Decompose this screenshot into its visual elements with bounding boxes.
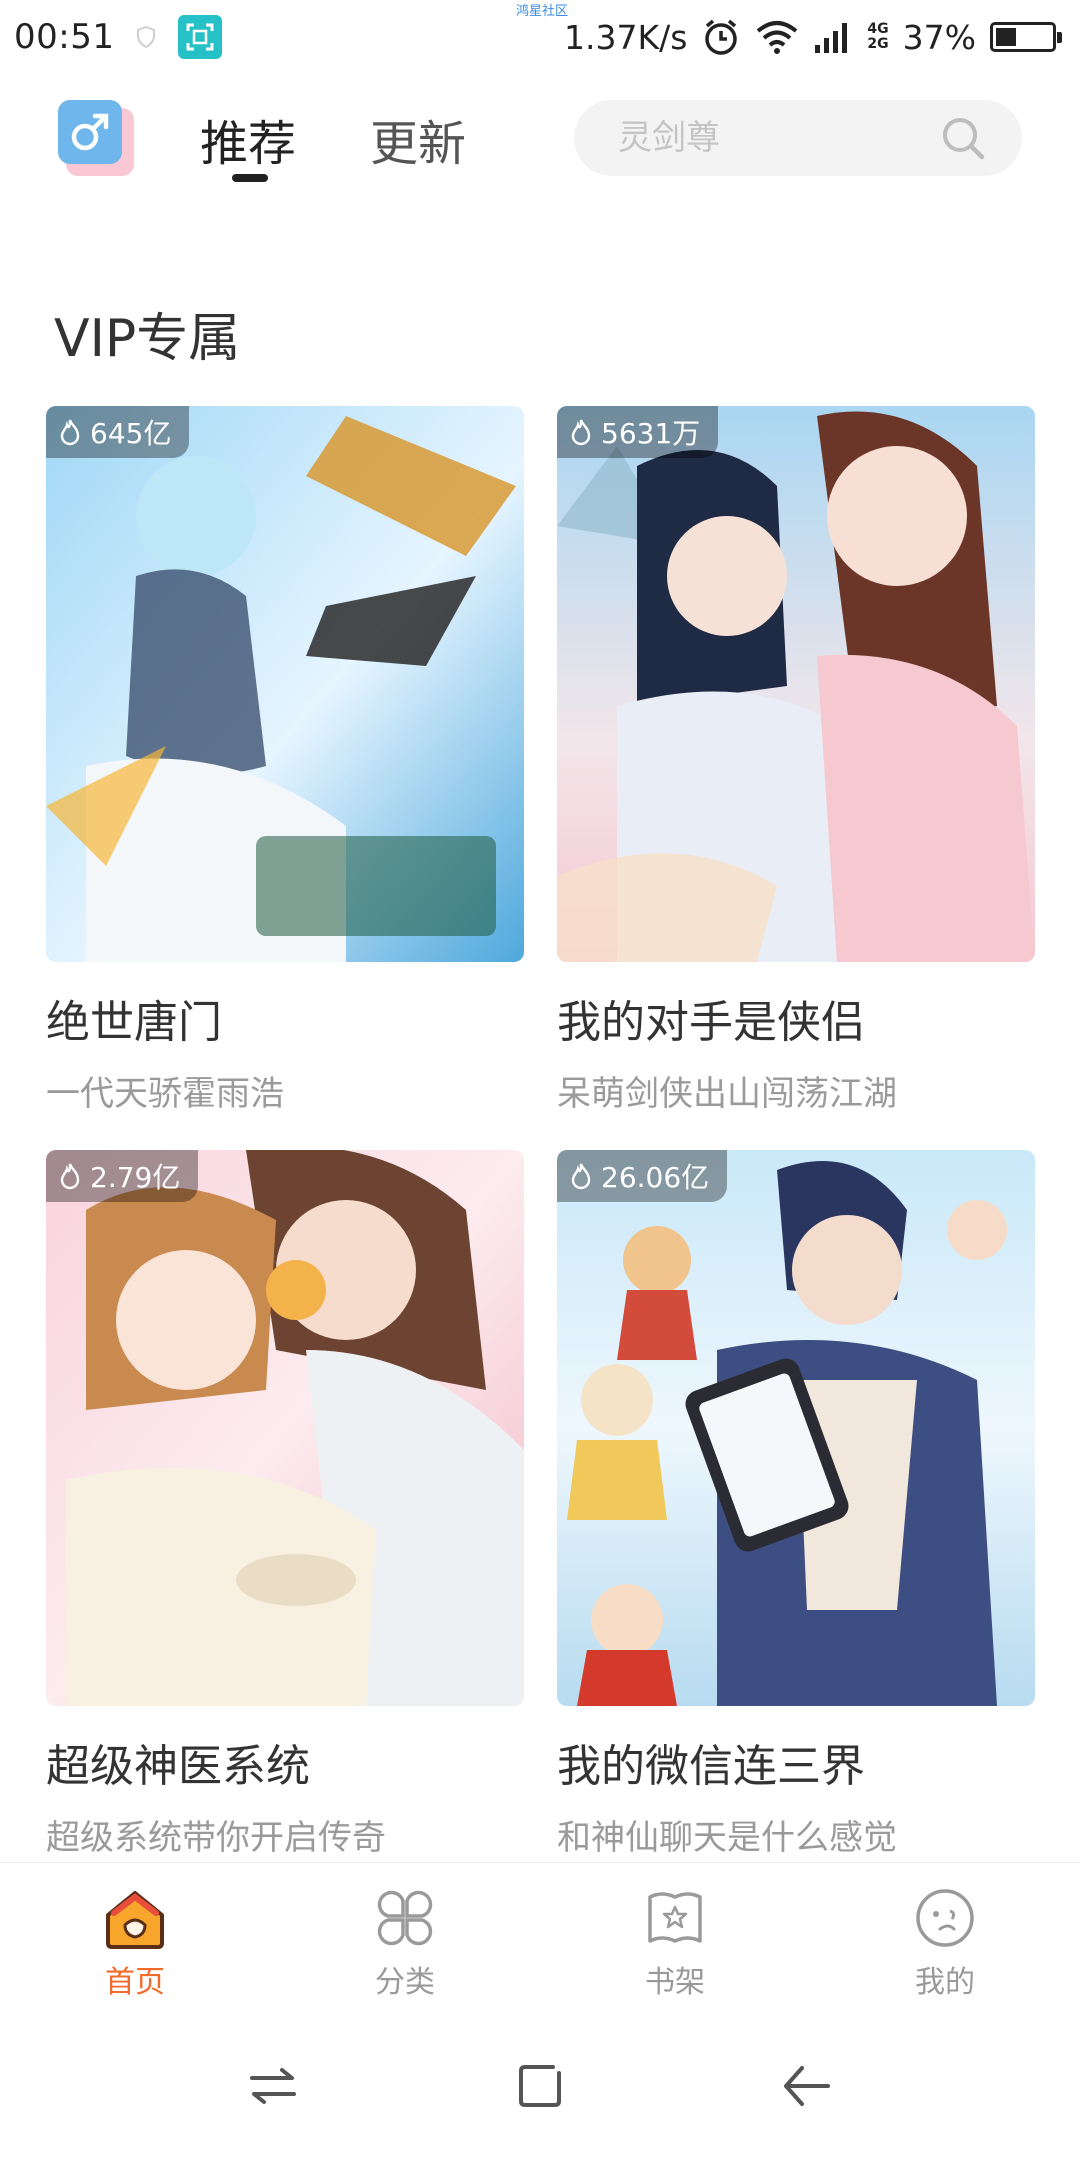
nav-label-home: 首页 — [105, 1965, 165, 2000]
switch-arrows-icon — [250, 2068, 297, 2104]
popularity-count: 645亿 — [90, 417, 172, 450]
network-type-bottom: 2G — [867, 36, 889, 52]
bottom-nav: 首页 分类 书架 我的 — [0, 1862, 1080, 2012]
comic-cover[interactable]: 2.79亿 — [46, 1150, 524, 1706]
shield-icon — [137, 26, 156, 48]
cover-art-image — [46, 1150, 524, 1706]
popularity-badge: 2.79亿 — [46, 1150, 199, 1202]
comic-cover[interactable]: 5631万 — [557, 406, 1035, 962]
status-right: 1.37K/s 4G 2G 37% — [564, 17, 1066, 57]
comic-title[interactable]: 绝世唐门 — [46, 986, 524, 1050]
comic-card[interactable]: 26.06亿 我的微信连三界 和神仙聊天是什么感觉 — [557, 1150, 1035, 1859]
popularity-count: 5631万 — [601, 417, 701, 450]
profile-icon — [916, 1889, 974, 1947]
nav-item-category[interactable]: 分类 — [270, 1863, 540, 2012]
gender-toggle-button[interactable] — [58, 100, 134, 176]
nav-label-bookshelf: 书架 — [645, 1965, 705, 2000]
network-type-top: 4G — [867, 21, 889, 37]
comic-title[interactable]: 我的对手是侠侣 — [557, 986, 1035, 1050]
nav-item-profile[interactable]: 我的 — [810, 1863, 1080, 2012]
comic-card[interactable]: 2.79亿 超级神医系统 超级系统带你开启传奇 — [46, 1150, 524, 1859]
active-tab-indicator — [232, 174, 268, 182]
popularity-badge: 645亿 — [46, 406, 190, 458]
comic-card[interactable]: 5631万 我的对手是侠侣 呆萌剑侠出山闯荡江湖 — [557, 406, 1035, 1115]
male-symbol-icon — [58, 100, 122, 164]
top-header: 推荐 更新 — [0, 74, 1080, 204]
wifi-icon — [757, 21, 798, 54]
popularity-count: 2.79亿 — [90, 1161, 181, 1194]
tab-recommend[interactable]: 推荐 — [200, 104, 296, 174]
comic-title[interactable]: 我的微信连三界 — [557, 1730, 1035, 1794]
comic-card[interactable]: 645亿 绝世唐门 一代天骄霍雨浩 — [46, 406, 524, 1115]
network-type: 4G 2G — [867, 22, 888, 52]
back-button[interactable] — [777, 2056, 837, 2116]
comic-description: 呆萌剑侠出山闯荡江湖 — [557, 1074, 897, 1114]
popularity-count: 26.06亿 — [601, 1161, 710, 1194]
comic-description: 和神仙聊天是什么感觉 — [557, 1818, 897, 1858]
section-title: VIP专属 — [54, 309, 241, 369]
status-bar: 00:51 鸿星社区 1.37K/s 4G 2G 37% — [0, 0, 1080, 74]
battery-percent: 37% — [902, 17, 976, 57]
home-button[interactable] — [510, 2056, 570, 2116]
net-speed: 1.37K/s — [563, 17, 688, 57]
popularity-badge: 26.06亿 — [557, 1150, 728, 1202]
alarm-icon — [705, 19, 738, 55]
bookshelf-icon — [648, 1892, 702, 1943]
comic-description: 超级系统带你开启传奇 — [46, 1818, 386, 1858]
nav-label-profile: 我的 — [915, 1965, 975, 2000]
flame-icon — [60, 1163, 80, 1190]
nav-item-bookshelf[interactable]: 书架 — [540, 1863, 810, 2012]
home-icon — [106, 1891, 164, 1949]
flame-icon — [571, 1163, 591, 1190]
nav-label-category: 分类 — [375, 1965, 435, 2000]
recent-apps-button[interactable] — [243, 2056, 303, 2116]
status-left: 00:51 — [14, 15, 223, 59]
screenshot-scan-icon — [178, 15, 223, 59]
cover-art-image — [557, 406, 1035, 962]
status-time: 00:51 — [14, 17, 115, 57]
system-nav-bar — [0, 2012, 1080, 2160]
nav-item-home[interactable]: 首页 — [0, 1863, 270, 2012]
search-icon[interactable] — [940, 115, 986, 161]
flame-icon — [60, 419, 80, 446]
comic-cover[interactable]: 645亿 — [46, 406, 524, 962]
search-bar[interactable] — [574, 100, 1022, 176]
comic-description: 一代天骄霍雨浩 — [46, 1074, 284, 1114]
signal-icon — [815, 23, 848, 53]
back-arrow-icon — [783, 2066, 830, 2106]
popularity-badge: 5631万 — [557, 406, 719, 458]
status-center-label: 鸿星社区 — [516, 4, 569, 19]
battery-icon — [990, 22, 1062, 52]
comic-title[interactable]: 超级神医系统 — [46, 1730, 524, 1794]
tab-update[interactable]: 更新 — [370, 104, 466, 174]
cover-art-image — [46, 406, 524, 962]
search-input[interactable] — [618, 118, 918, 158]
comic-cover[interactable]: 26.06亿 — [557, 1150, 1035, 1706]
cover-art-image — [557, 1150, 1035, 1706]
category-icon — [377, 1890, 433, 1946]
flame-icon — [571, 419, 591, 446]
square-home-icon — [518, 2065, 561, 2107]
battery-fill — [996, 28, 1016, 46]
